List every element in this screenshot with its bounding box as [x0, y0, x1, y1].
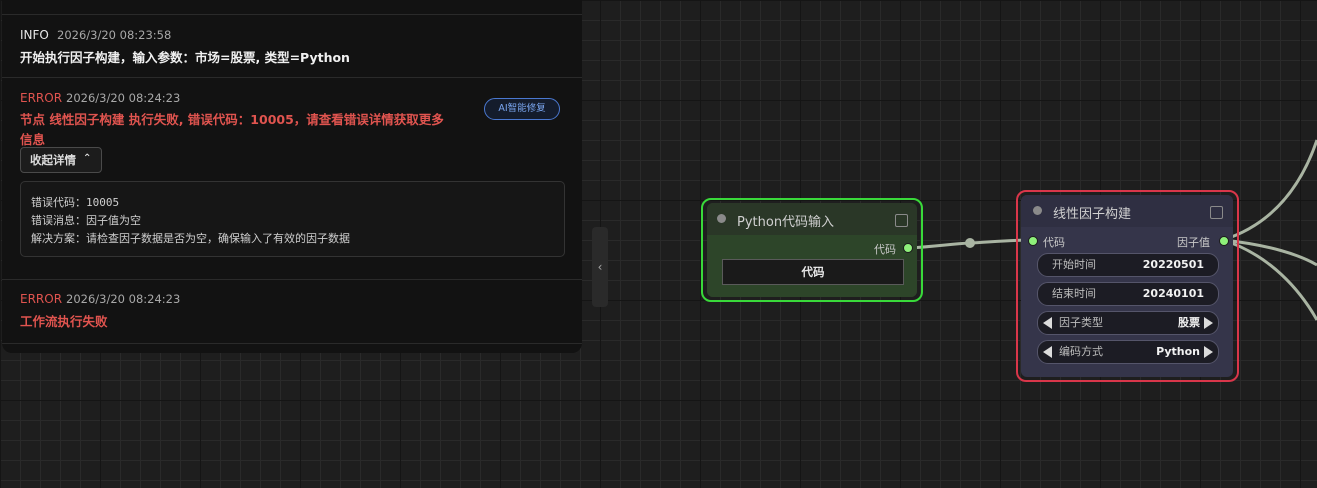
- collapse-details-button[interactable]: 收起详情 ⌃: [20, 147, 102, 173]
- log-panel: INFO 2026/3/20 08:23:58 开始执行因子构建，输入参数：市场…: [2, 0, 582, 353]
- detail-solution: 解决方案：请检查因子数据是否为空，确保输入了有效的因子数据: [31, 232, 350, 245]
- error-details: 错误代码：10005 错误消息：因子值为空 解决方案：请检查因子数据是否为空，确…: [20, 181, 565, 257]
- end-date-widget[interactable]: 结束时间 20240101: [1037, 282, 1219, 306]
- python-code-input-node[interactable]: Python代码输入 代码 代码: [707, 203, 917, 297]
- output-label: 因子值: [1177, 236, 1210, 249]
- output-port[interactable]: [1219, 236, 1229, 246]
- panel-collapse-handle[interactable]: ‹: [592, 227, 608, 307]
- status-dot-icon: [1033, 206, 1042, 215]
- widget-value: 20220501: [1142, 258, 1204, 271]
- ai-fix-button[interactable]: AI智能修复: [484, 98, 560, 120]
- node-header[interactable]: 线性因子构建: [1021, 195, 1233, 227]
- encoding-combo[interactable]: 编码方式 Python: [1037, 340, 1219, 364]
- link-midpoint: [965, 238, 975, 248]
- log-timestamp: 2026/3/20 08:24:23: [66, 292, 181, 306]
- log-entry-prev: [2, 0, 582, 15]
- node-title: 线性因子构建: [1053, 207, 1132, 222]
- collapse-details-label: 收起详情: [30, 153, 76, 167]
- widget-value: 20240101: [1142, 287, 1204, 300]
- factor-type-combo[interactable]: 因子类型 股票: [1037, 311, 1219, 335]
- start-date-widget[interactable]: 开始时间 20220501: [1037, 253, 1219, 277]
- code-button[interactable]: 代码: [722, 259, 904, 285]
- log-message: 工作流执行失败: [20, 314, 108, 329]
- output-label: 代码: [874, 243, 896, 256]
- arrow-right-icon[interactable]: [1204, 317, 1213, 329]
- status-dot-icon: [717, 214, 726, 223]
- widget-label: 结束时间: [1052, 287, 1096, 300]
- widget-value: Python: [1156, 345, 1200, 358]
- output-port[interactable]: [903, 243, 913, 253]
- log-timestamp: 2026/3/20 08:23:58: [57, 28, 172, 42]
- log-level: INFO: [20, 28, 49, 42]
- log-message-line1: 节点 线性因子构建 执行失败, 错误代码：10005，请查看错误详情获取更多: [20, 112, 444, 127]
- arrow-left-icon[interactable]: [1043, 346, 1052, 358]
- log-message: 开始执行因子构建，输入参数：市场=股票, 类型=Python: [20, 50, 350, 65]
- edit-icon[interactable]: [1210, 206, 1223, 219]
- input-port[interactable]: [1028, 236, 1038, 246]
- widget-label: 因子类型: [1059, 316, 1103, 329]
- detail-error-message: 错误消息：因子值为空: [31, 214, 141, 227]
- detail-error-code: 错误代码：10005: [31, 196, 120, 209]
- log-level: ERROR: [20, 292, 63, 306]
- input-label: 代码: [1043, 236, 1065, 249]
- widget-label: 编码方式: [1059, 345, 1103, 358]
- log-entry-error-2: ERROR 2026/3/20 08:24:23 工作流执行失败: [2, 279, 582, 344]
- log-timestamp: 2026/3/20 08:24:23: [66, 91, 181, 105]
- widget-label: 开始时间: [1052, 258, 1096, 271]
- chevron-up-icon: ⌃: [83, 153, 92, 164]
- node-header[interactable]: Python代码输入: [707, 203, 917, 235]
- log-entry-info: INFO 2026/3/20 08:23:58 开始执行因子构建，输入参数：市场…: [2, 14, 582, 78]
- linear-factor-node[interactable]: 线性因子构建 代码 因子值 开始时间 20220501 结束时间 2024010…: [1021, 195, 1233, 377]
- node-title: Python代码输入: [737, 215, 835, 230]
- arrow-right-icon[interactable]: [1204, 346, 1213, 358]
- edit-icon[interactable]: [895, 214, 908, 227]
- arrow-left-icon[interactable]: [1043, 317, 1052, 329]
- log-level: ERROR: [20, 91, 63, 105]
- widget-value: 股票: [1178, 316, 1200, 329]
- chevron-left-icon: ‹: [597, 260, 603, 274]
